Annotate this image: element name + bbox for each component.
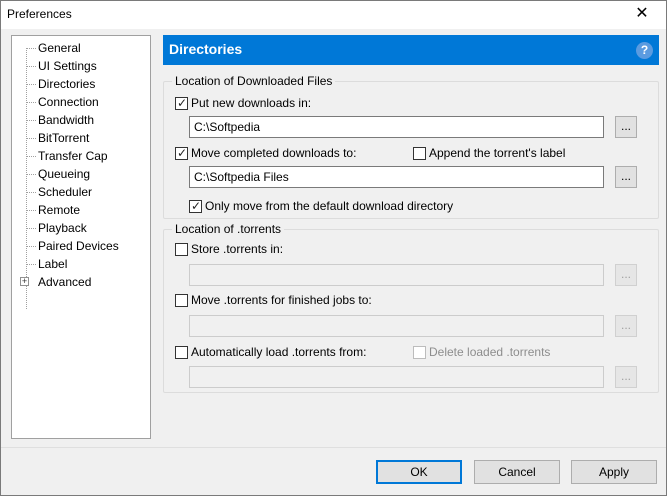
group-title: Location of Downloaded Files [172, 74, 336, 88]
close-icon[interactable]: ✕ [624, 3, 660, 25]
browse-button[interactable]: ... [615, 264, 637, 286]
checkbox-box [189, 198, 202, 214]
window-title: Preferences [7, 7, 72, 21]
tree-item-label: Paired Devices [38, 239, 119, 253]
help-icon[interactable]: ? [636, 42, 653, 59]
autoload-path-input[interactable] [189, 366, 604, 388]
directories-panel: Directories ? Location of Downloaded Fil… [163, 35, 659, 439]
dialog-footer: OK Cancel Apply [1, 447, 666, 495]
checkbox-label: Move .torrents for finished jobs to: [191, 293, 372, 307]
preferences-window: Preferences ✕ General UI Settings Direct… [0, 0, 667, 496]
tree-branch [26, 192, 36, 193]
checkbox-label: Move completed downloads to: [191, 146, 357, 160]
apply-button[interactable]: Apply [571, 460, 657, 484]
tree-branch [26, 138, 36, 139]
title-bar: Preferences ✕ [1, 1, 666, 29]
downloaded-files-group: Location of Downloaded Files Put new dow… [163, 74, 659, 219]
checkbox-box [175, 294, 188, 307]
checkbox-label: Append the torrent's label [429, 146, 566, 160]
tree-branch [26, 66, 36, 67]
tree-item-label-text: Label [38, 257, 68, 271]
expand-plus-icon[interactable]: + [20, 277, 29, 286]
checkbox-box [175, 346, 188, 359]
tree-item-label: Transfer Cap [38, 149, 108, 163]
torrents-location-group: Location of .torrents Store .torrents in… [163, 222, 659, 393]
store-torrents-path-input[interactable] [189, 264, 604, 286]
tree-branch [26, 120, 36, 121]
panel-title: Directories [169, 41, 243, 57]
tree-branch [26, 102, 36, 103]
checkbox-box [175, 145, 188, 161]
tree-item-label: General [38, 41, 81, 55]
tree-item-label: Playback [38, 221, 87, 235]
cancel-button[interactable]: Cancel [474, 460, 560, 484]
put-new-downloads-path-input[interactable]: C:\Softpedia [189, 116, 604, 138]
checkbox-label: Delete loaded .torrents [429, 345, 551, 359]
checkbox-label: Automatically load .torrents from: [191, 345, 367, 359]
browse-button[interactable]: ... [615, 166, 637, 188]
move-completed-path-input[interactable]: C:\Softpedia Files [189, 166, 604, 188]
tree-branch [26, 210, 36, 211]
browse-button[interactable]: ... [615, 366, 637, 388]
tree-branch [26, 84, 36, 85]
tree-branch [26, 264, 36, 265]
browse-button[interactable]: ... [615, 116, 637, 138]
checkbox-box [175, 243, 188, 256]
checkbox-box [413, 346, 426, 359]
tree-branch [26, 156, 36, 157]
checkbox-label: Only move from the default download dire… [205, 199, 454, 213]
panel-header: Directories ? [163, 35, 659, 65]
tree-branch [26, 246, 36, 247]
tree-item-label: Remote [38, 203, 81, 217]
tree-item-label: Connection [38, 95, 99, 109]
move-finished-path-input[interactable] [189, 315, 604, 337]
tree-item-label: BitTorrent [38, 131, 90, 145]
browse-button[interactable]: ... [615, 315, 637, 337]
tree-branch [26, 174, 36, 175]
checkbox-box [413, 147, 426, 160]
checkbox-label: Put new downloads in: [191, 96, 312, 110]
checkbox-box [175, 95, 188, 111]
tree-item-label: UI Settings [38, 59, 97, 73]
checkbox-label: Store .torrents in: [191, 242, 284, 256]
tree-item-label: Scheduler [38, 185, 93, 199]
tree-branch [26, 228, 36, 229]
group-title: Location of .torrents [172, 222, 285, 236]
ok-button[interactable]: OK [376, 460, 462, 484]
tree-item-label: Directories [36, 75, 98, 93]
tree-branch [26, 48, 36, 49]
tree-item-label: Queueing [38, 167, 91, 181]
tree-item-label: Advanced [38, 275, 92, 289]
tree-item-label: Bandwidth [38, 113, 95, 127]
settings-tree: General UI Settings Directories Connecti… [11, 35, 151, 439]
